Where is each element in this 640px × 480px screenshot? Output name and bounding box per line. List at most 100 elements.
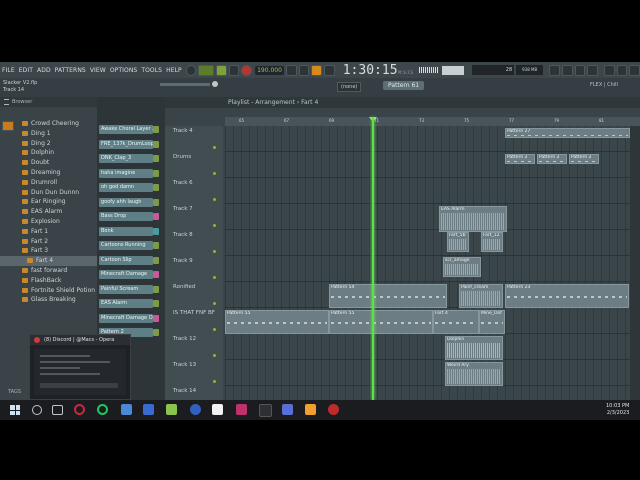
menu-add[interactable]: ADD — [35, 67, 53, 74]
channel-select-switch[interactable] — [153, 242, 159, 249]
discord-window-preview[interactable]: (8) Discord | @Macs - Opera — [29, 334, 131, 400]
track-name[interactable]: Ronified — [173, 284, 195, 290]
timeline-ruler[interactable]: 65 67 69 71 73 75 77 79 81 — [225, 117, 640, 126]
channel-select-switch[interactable] — [153, 256, 159, 264]
track-name[interactable]: Track 4 — [173, 128, 193, 134]
system-clock[interactable]: 10:03 PM 2/3/2023 — [606, 403, 629, 417]
playlist-clip[interactable]: Pattern 2 — [537, 154, 567, 164]
undo-icon[interactable] — [549, 64, 560, 76]
channel-button[interactable]: DNK_Clap_3 — [99, 154, 153, 163]
firefox-icon[interactable] — [190, 404, 201, 415]
track-mute-led[interactable] — [213, 328, 216, 331]
file-explorer-icon[interactable] — [121, 404, 132, 415]
playlist-clip[interactable]: Pattern 2 — [569, 154, 599, 164]
channel-select-switch[interactable] — [153, 271, 159, 278]
channel-select-switch[interactable] — [153, 155, 159, 162]
playlist-clip[interactable]: Painf_cream — [459, 284, 503, 308]
browser-item[interactable]: Glass Breaking — [0, 295, 97, 305]
xbox-icon[interactable] — [97, 404, 108, 415]
playlist-clip[interactable]: Pattern 55 — [329, 310, 433, 334]
track-name[interactable]: Track 14 — [173, 388, 196, 394]
track-mute-led[interactable] — [213, 198, 216, 201]
channel-select-switch[interactable] — [153, 184, 159, 191]
browser-item[interactable]: Dreaming — [0, 168, 97, 178]
pattern-song-toggle[interactable] — [198, 64, 214, 76]
track-name[interactable]: Track 9 — [173, 258, 193, 264]
playlist-clip[interactable]: Fart_12 — [481, 232, 503, 252]
browser-item[interactable]: Fart 3 — [0, 246, 97, 256]
channel-button[interactable]: Minecraft Damage — [99, 270, 153, 279]
browser-item[interactable]: FlashBack — [0, 276, 97, 286]
playlist-clip[interactable]: Pattern 23 — [505, 284, 629, 308]
channel-button[interactable]: Bass Drop — [99, 212, 153, 221]
playlist-clip[interactable]: Dolphin — [445, 336, 503, 360]
channel-button[interactable]: EAS Alarm — [99, 299, 153, 308]
app-icon[interactable] — [143, 404, 154, 415]
browser-item[interactable]: Ding 1 — [0, 129, 97, 139]
maximize-icon[interactable] — [616, 64, 628, 76]
minimize-icon[interactable] — [604, 64, 615, 76]
browser-item[interactable]: Fortnite Shield Potion — [0, 286, 97, 296]
playlist-clip[interactable]: Mine_Oof — [479, 310, 505, 334]
track-name[interactable]: IS THAT FNF BF — [173, 310, 215, 316]
track-name[interactable]: Track 7 — [173, 206, 193, 212]
playlist-clip[interactable]: Fart 4 — [433, 310, 479, 334]
browser-item[interactable]: Ear Ringing — [0, 197, 97, 207]
channel-button[interactable]: haha imagine — [99, 168, 153, 178]
terminal-icon[interactable] — [259, 404, 272, 417]
playlist-clip[interactable]: scr_amage — [443, 257, 481, 277]
browser-item[interactable]: Dolphin — [0, 148, 97, 158]
menu-help[interactable]: HELP — [164, 67, 184, 74]
browser-item[interactable]: Drumroll — [0, 178, 97, 188]
master-volume-knob[interactable] — [212, 81, 218, 87]
task-view-icon[interactable] — [52, 405, 63, 415]
windows-start-icon[interactable] — [10, 405, 20, 415]
playhead[interactable] — [372, 117, 374, 400]
metronome-icon[interactable] — [285, 64, 297, 76]
fl-studio-icon[interactable] — [305, 404, 316, 415]
search-icon[interactable] — [32, 405, 42, 415]
playlist-clip[interactable]: Fart_5b — [447, 232, 469, 252]
close-icon[interactable] — [629, 64, 640, 76]
channel-button[interactable]: Cartoon Slip — [99, 255, 153, 265]
channel-select-switch[interactable] — [153, 140, 159, 148]
track-name[interactable]: Track 13 — [173, 362, 196, 368]
channel-select-switch[interactable] — [153, 126, 159, 133]
track-mute-led[interactable] — [213, 276, 216, 279]
channel-button[interactable]: Awake Choral Layer 2 — [99, 125, 153, 134]
play-button[interactable] — [216, 64, 227, 76]
channel-button[interactable]: goofy ahh laugh — [99, 197, 153, 207]
channel-select-switch[interactable] — [153, 198, 159, 206]
channel-button[interactable]: Painful Scream — [99, 284, 153, 294]
track-mute-led[interactable] — [213, 380, 216, 383]
channel-select-switch[interactable] — [153, 300, 159, 307]
track-mute-led[interactable] — [213, 146, 216, 149]
minecraft-icon[interactable] — [166, 404, 177, 415]
stop-button[interactable] — [228, 64, 240, 76]
channel-select-switch[interactable] — [153, 227, 159, 235]
help-icon[interactable] — [587, 64, 598, 76]
online-icon[interactable] — [561, 64, 573, 76]
record-button[interactable] — [241, 64, 253, 76]
master-volume-slider[interactable] — [160, 83, 210, 86]
blend-notes-icon[interactable] — [324, 64, 335, 76]
playlist-clip[interactable]: Weird Ary — [445, 362, 503, 386]
browser-item[interactable]: Ding 2 — [0, 139, 97, 149]
menu-options[interactable]: OPTIONS — [108, 67, 140, 74]
menu-tools[interactable]: TOOLS — [139, 67, 164, 74]
playlist-clip[interactable]: Pattern 27 — [505, 128, 630, 138]
track-name[interactable]: Track 8 — [173, 232, 193, 238]
channel-select-switch[interactable] — [153, 285, 159, 293]
editor-icon[interactable] — [236, 404, 247, 415]
menu-edit[interactable]: EDIT — [17, 67, 35, 74]
discord-icon[interactable] — [282, 404, 293, 415]
track-mute-led[interactable] — [213, 302, 216, 305]
browser-item[interactable]: Dun Dun Dunnn — [0, 188, 97, 198]
pattern-selector[interactable]: Pattern 61 — [383, 81, 425, 90]
playlist-clip[interactable]: EAS Alarm — [439, 206, 507, 232]
channel-button[interactable]: Bonk — [99, 226, 153, 236]
playlist-clip[interactable]: Pattern 55 — [225, 310, 329, 334]
browser-item[interactable]: Crowd Cheering — [0, 119, 97, 129]
channel-select-switch[interactable] — [153, 213, 159, 220]
playlist-clip[interactable]: Pattern 54 — [329, 284, 447, 308]
